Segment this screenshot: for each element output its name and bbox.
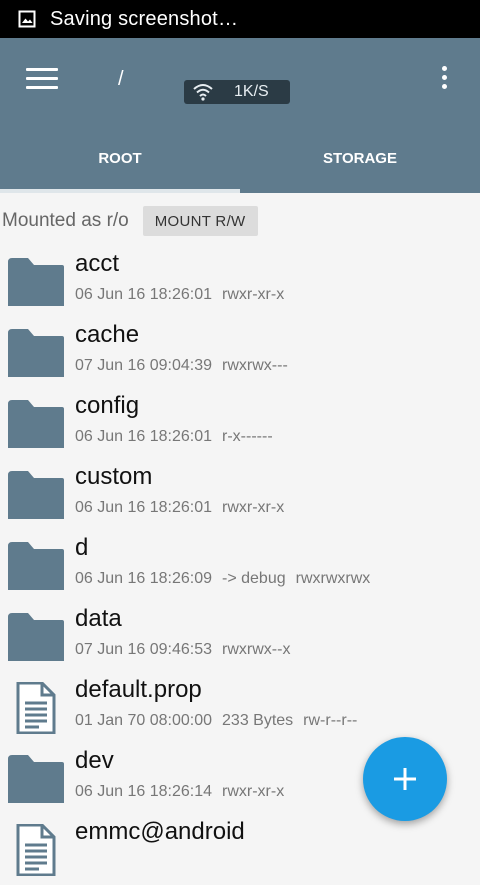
file-name: default.prop — [75, 676, 202, 703]
mount-status-label: Mounted as r/o — [2, 210, 129, 231]
folder-icon — [6, 540, 66, 592]
folder-row[interactable]: acct 06 Jun 16 18:26:01 rwxr-xr-x — [0, 246, 480, 317]
file-perms: rwxr-xr-x — [222, 783, 285, 800]
file-icon — [6, 823, 66, 877]
status-text: Saving screenshot… — [50, 7, 239, 30]
mount-row: Mounted as r/o MOUNT R/W — [0, 203, 480, 239]
folder-icon — [6, 611, 66, 663]
file-date: 07 Jun 16 09:46:53 — [75, 641, 213, 658]
file-perms: rwxrwx--- — [222, 357, 288, 374]
tab-storage[interactable]: STORAGE — [240, 150, 480, 167]
wifi-icon — [193, 84, 213, 101]
file-meta: 06 Jun 16 18:26:14 rwxr-xr-x — [75, 783, 284, 801]
file-meta: 07 Jun 16 09:46:53 rwxrwx--x — [75, 641, 290, 659]
file-meta: 07 Jun 16 09:04:39 rwxrwx--- — [75, 357, 288, 375]
tab-root[interactable]: ROOT — [0, 150, 240, 167]
file-name: cache — [75, 321, 140, 348]
file-row[interactable]: emmc@android — [0, 814, 480, 885]
file-date: 06 Jun 16 18:26:01 — [75, 286, 213, 303]
file-extra: -> debug — [222, 570, 286, 587]
folder-icon — [6, 753, 66, 805]
file-name: dev — [75, 747, 114, 774]
file-perms: rwxr-xr-x — [222, 286, 285, 303]
image-icon — [18, 10, 36, 28]
file-meta: 06 Jun 16 18:26:01 rwxr-xr-x — [75, 499, 284, 517]
file-date: 01 Jan 70 08:00:00 — [75, 712, 213, 729]
file-name: emmc@android — [75, 818, 245, 845]
plus-icon — [394, 768, 416, 790]
file-name: data — [75, 605, 122, 632]
file-perms: rwxr-xr-x — [222, 499, 285, 516]
folder-icon — [6, 398, 66, 450]
file-meta: 06 Jun 16 18:26:01 r-x------ — [75, 428, 273, 446]
folder-row[interactable]: config 06 Jun 16 18:26:01 r-x------ — [0, 388, 480, 459]
network-speed-indicator: 1K/S — [184, 80, 290, 104]
file-name: acct — [75, 250, 120, 277]
file-extra: 233 Bytes — [222, 712, 294, 729]
add-button[interactable] — [363, 737, 447, 821]
file-date: 06 Jun 16 18:26:01 — [75, 499, 213, 516]
file-row[interactable]: default.prop 01 Jan 70 08:00:00 233 Bytes r… — [0, 672, 480, 743]
app-bar: 1K/S — [0, 38, 480, 193]
menu-icon[interactable] — [26, 68, 58, 92]
file-perms: rw-r--r-- — [303, 712, 358, 729]
folder-row[interactable]: custom 06 Jun 16 18:26:01 rwxr-xr-x — [0, 459, 480, 530]
speed-text: 1K/S — [234, 83, 269, 100]
file-perms: rwxrwx--x — [222, 641, 291, 658]
file-name: custom — [75, 463, 153, 490]
file-date: 06 Jun 16 18:26:09 — [75, 570, 213, 587]
file-date: 06 Jun 16 18:26:14 — [75, 783, 213, 800]
folder-icon — [6, 327, 66, 379]
tab-indicator — [0, 189, 240, 193]
file-meta: 06 Jun 16 18:26:01 rwxr-xr-x — [75, 286, 284, 304]
file-date: 06 Jun 16 18:26:01 — [75, 428, 213, 445]
folder-row[interactable]: data 07 Jun 16 09:46:53 rwxrwx--x — [0, 601, 480, 672]
file-date: 07 Jun 16 09:04:39 — [75, 357, 213, 374]
more-options-icon[interactable] — [436, 66, 452, 96]
file-perms: rwxrwxrwx — [295, 570, 371, 587]
folder-icon — [6, 256, 66, 308]
file-meta: 01 Jan 70 08:00:00 233 Bytes rw-r--r-- — [75, 712, 357, 730]
folder-row[interactable]: d 06 Jun 16 18:26:09 -> debug rwxrwxrwx — [0, 530, 480, 601]
status-bar: Saving screenshot… — [0, 0, 480, 38]
file-name: d — [75, 534, 89, 561]
file-name: config — [75, 392, 140, 419]
mount-rw-button[interactable]: MOUNT R/W — [142, 206, 258, 236]
current-path: / — [118, 68, 124, 90]
folder-icon — [6, 469, 66, 521]
folder-row[interactable]: cache 07 Jun 16 09:04:39 rwxrwx--- — [0, 317, 480, 388]
file-icon — [6, 681, 66, 735]
file-meta: 06 Jun 16 18:26:09 -> debug rwxrwxrwx — [75, 570, 370, 588]
file-perms: r-x------ — [222, 428, 273, 445]
